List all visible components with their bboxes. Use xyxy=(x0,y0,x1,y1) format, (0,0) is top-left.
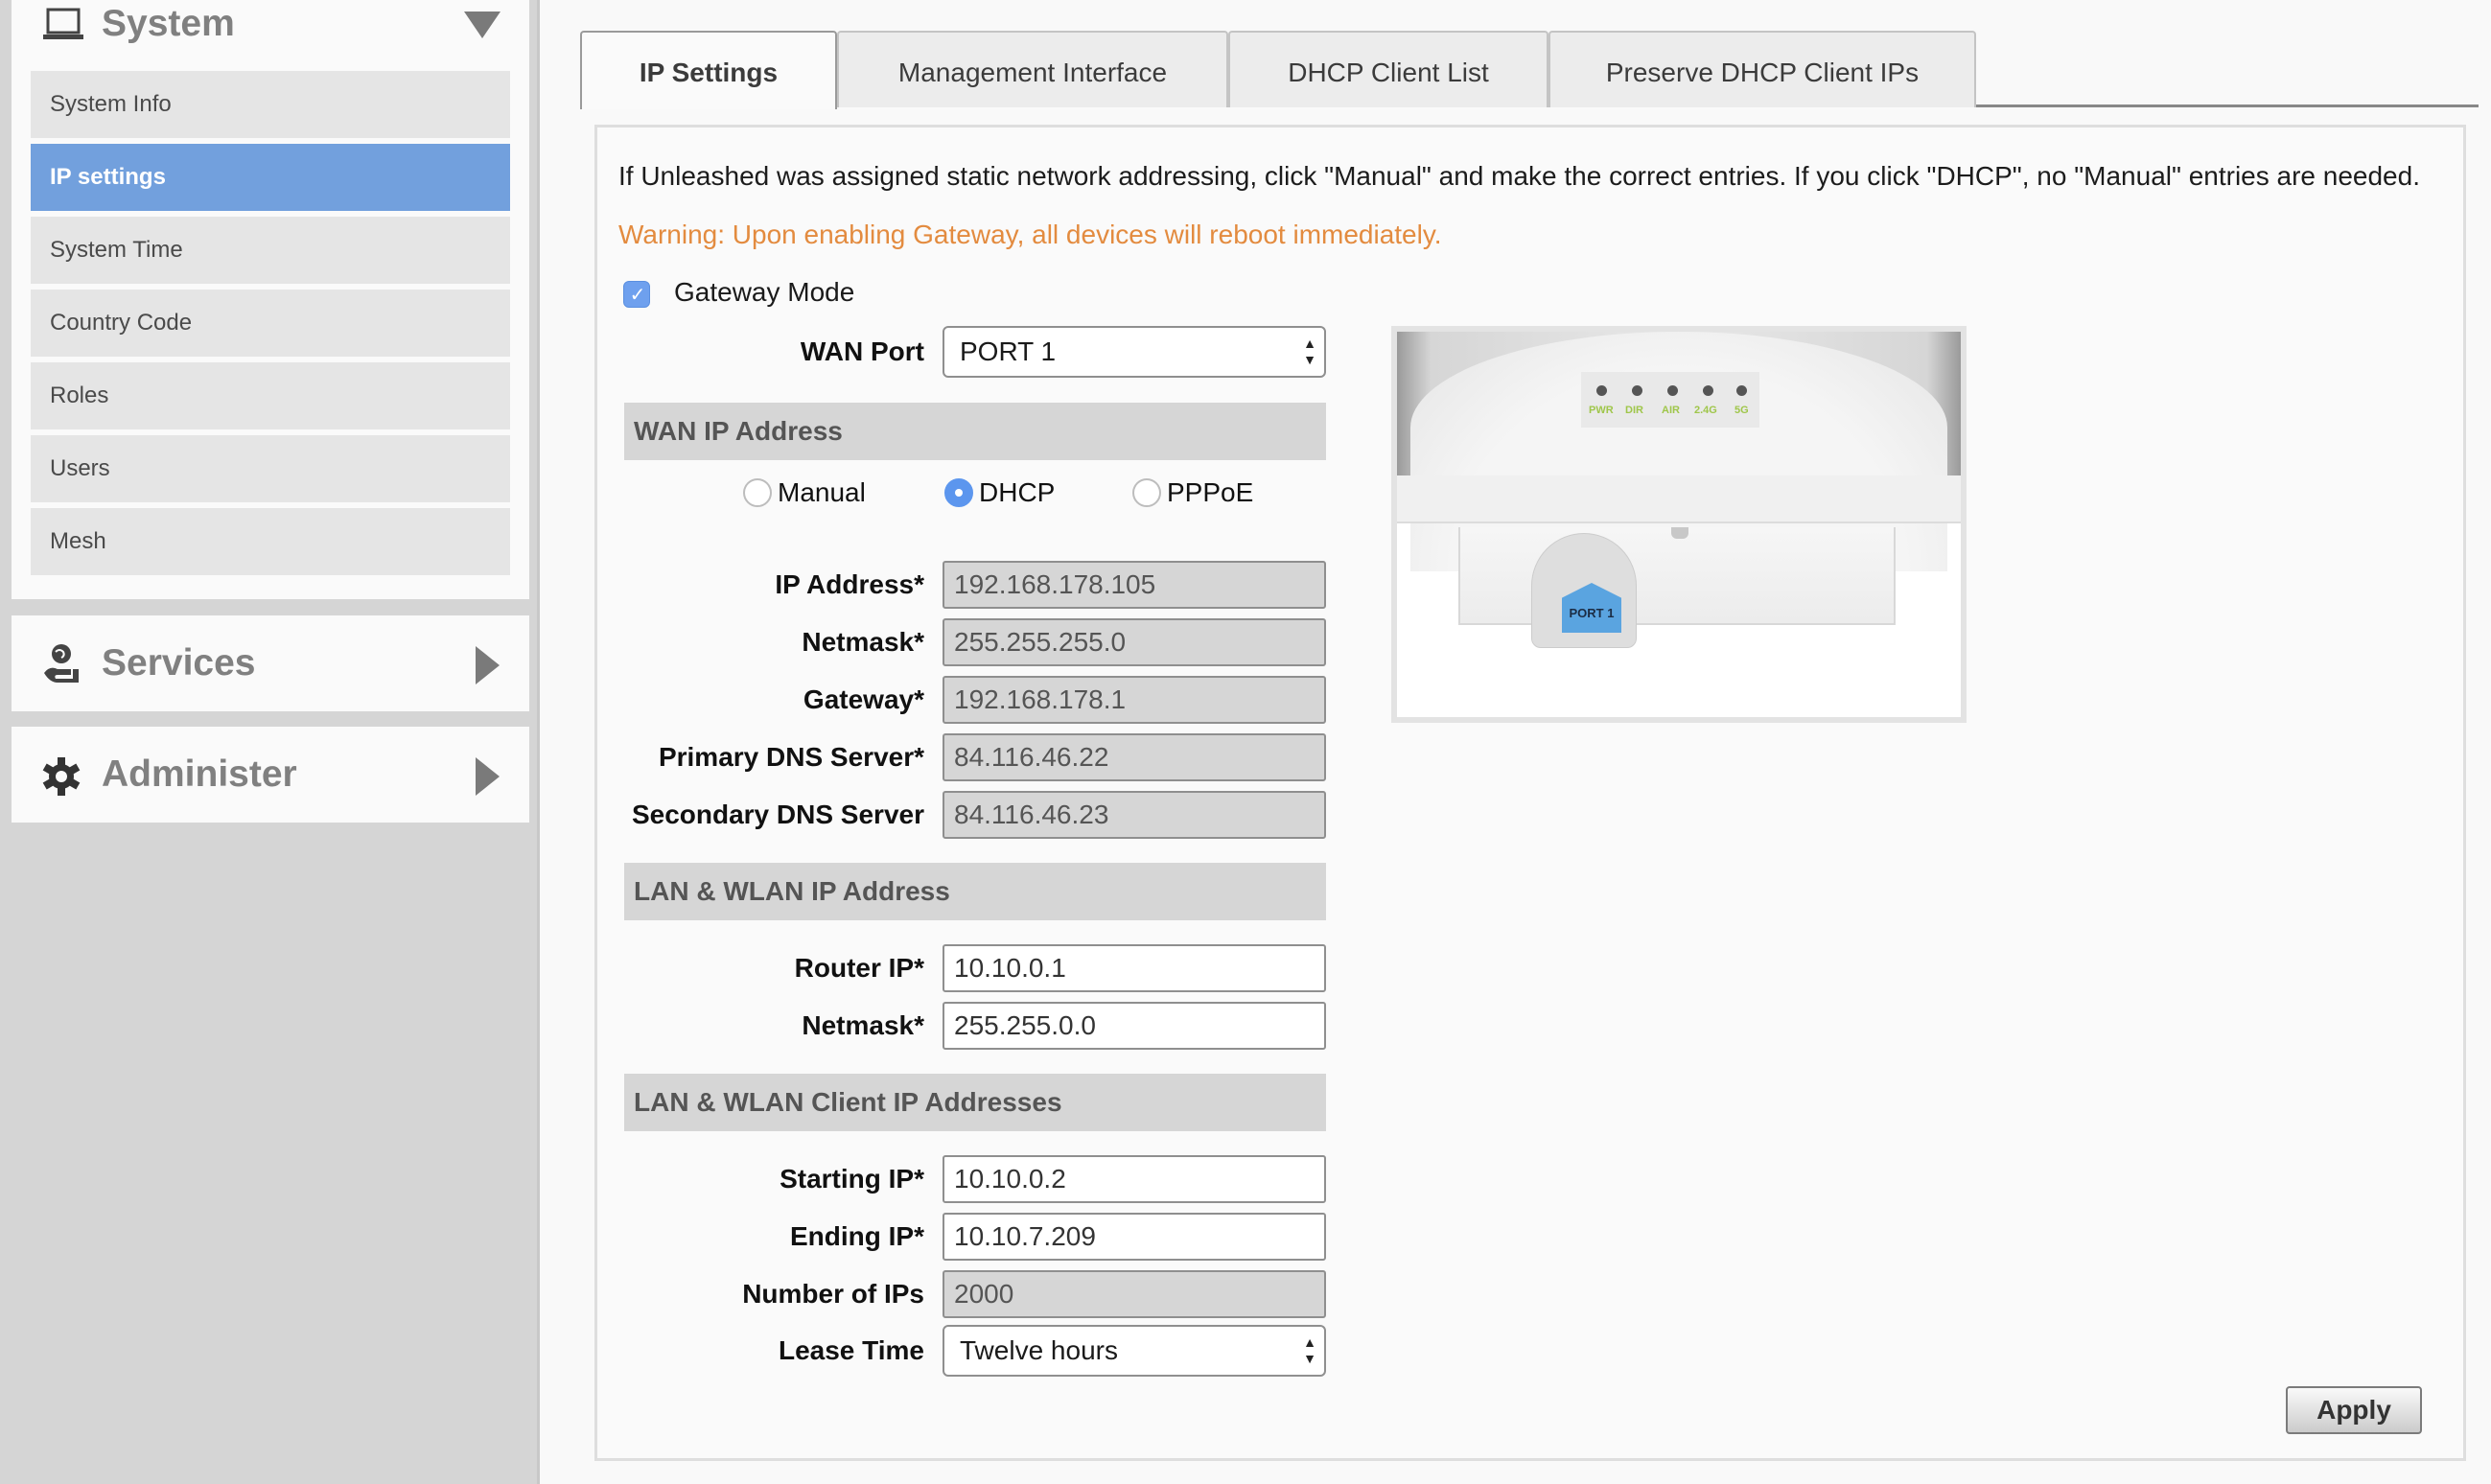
tab-management-interface[interactable]: Management Interface xyxy=(837,31,1228,107)
lease-time-label: Lease Time xyxy=(778,1335,924,1365)
wan-ip-section-header: WAN IP Address xyxy=(624,403,1326,460)
radio-dhcp[interactable] xyxy=(944,478,973,507)
wan-port-select[interactable]: PORT 1 ▲ ▼ xyxy=(943,326,1326,378)
select-arrows-icon: ▲ ▼ xyxy=(1303,336,1316,367)
radio-pppoe[interactable] xyxy=(1132,478,1161,507)
led-label: 5G xyxy=(1734,405,1749,416)
tab-ip-settings[interactable]: IP Settings xyxy=(580,31,837,109)
lease-time-row: Lease Time Twelve hours ▲ ▼ xyxy=(597,1325,1940,1377)
radio-dhcp-label: DHCP xyxy=(979,477,1056,507)
led-label: DIR xyxy=(1625,405,1643,416)
ending-ip-field[interactable] xyxy=(943,1213,1326,1261)
primary-dns-row: Primary DNS Server* xyxy=(597,733,1940,781)
secondary-dns-field[interactable] xyxy=(943,791,1326,839)
radio-manual-label: Manual xyxy=(778,477,866,507)
starting-ip-field[interactable] xyxy=(943,1155,1326,1203)
led-5g-icon xyxy=(1736,385,1747,396)
led-pwr-icon xyxy=(1596,385,1607,396)
system-panel-title: System xyxy=(102,3,235,44)
chevron-right-icon xyxy=(476,646,500,684)
services-globe-hand-icon xyxy=(40,640,86,686)
services-panel[interactable]: Services xyxy=(12,615,529,711)
gear-icon xyxy=(40,752,86,798)
sidebar-item-ip-settings[interactable]: IP settings xyxy=(31,144,510,211)
device-rim xyxy=(1397,475,1961,523)
led-label: AIR xyxy=(1662,405,1680,416)
led-24g-icon xyxy=(1703,385,1713,396)
router-ip-row: Router IP* xyxy=(597,944,1940,992)
gateway-mode-label: Gateway Mode xyxy=(674,277,855,307)
ending-ip-row: Ending IP* xyxy=(597,1213,1940,1261)
device-led-panel: PWR DIR AIR 2.4G 5G xyxy=(1581,372,1759,428)
ip-settings-panel: If Unleashed was assigned static network… xyxy=(594,125,2466,1461)
chevron-down-icon xyxy=(464,12,501,38)
sidebar-item-mesh[interactable]: Mesh xyxy=(31,508,510,575)
lan-netmask-row: Netmask* xyxy=(597,1002,1940,1050)
chevron-right-icon xyxy=(476,757,500,796)
sidebar-item-system-info[interactable]: System Info xyxy=(31,71,510,138)
primary-dns-label: Primary DNS Server* xyxy=(658,742,924,772)
tab-dhcp-client-list[interactable]: DHCP Client List xyxy=(1228,31,1548,107)
system-panel: System System Info IP settings System Ti… xyxy=(12,0,529,599)
sidebar-item-system-time[interactable]: System Time xyxy=(31,217,510,284)
device-port-image: PWR DIR AIR 2.4G 5G PORT 1 xyxy=(1391,326,1967,723)
laptop-icon xyxy=(40,2,86,48)
lan-ip-section-header: LAN & WLAN IP Address xyxy=(624,863,1326,920)
router-ip-label: Router IP* xyxy=(794,953,924,983)
sidebar-item-users[interactable]: Users xyxy=(31,435,510,502)
gateway-mode-checkbox[interactable]: ✓ xyxy=(623,281,650,308)
wan-netmask-label: Netmask* xyxy=(802,627,924,657)
wan-netmask-field[interactable] xyxy=(943,618,1326,666)
lan-netmask-field[interactable] xyxy=(943,1002,1326,1050)
led-air-icon xyxy=(1667,385,1678,396)
starting-ip-row: Starting IP* xyxy=(597,1155,1940,1203)
number-of-ips-row: Number of IPs xyxy=(597,1270,1940,1318)
select-arrows-icon: ▲ ▼ xyxy=(1303,1334,1316,1366)
sidebar-item-roles[interactable]: Roles xyxy=(31,362,510,429)
ip-address-field[interactable] xyxy=(943,561,1326,609)
ip-address-label: IP Address* xyxy=(775,569,924,599)
sidebar: System System Info IP settings System Ti… xyxy=(0,0,540,1484)
led-dir-icon xyxy=(1632,385,1642,396)
wan-port-value: PORT 1 xyxy=(960,336,1057,366)
led-label: 2.4G xyxy=(1694,405,1717,416)
lan-netmask-label: Netmask* xyxy=(802,1010,924,1040)
secondary-dns-label: Secondary DNS Server xyxy=(631,800,924,829)
checkmark-icon: ✓ xyxy=(629,285,646,306)
starting-ip-label: Starting IP* xyxy=(780,1164,924,1194)
client-ip-section-header: LAN & WLAN Client IP Addresses xyxy=(624,1074,1326,1131)
services-panel-title: Services xyxy=(102,642,256,684)
device-screw xyxy=(1671,527,1688,539)
secondary-dns-row: Secondary DNS Server xyxy=(597,791,1940,839)
radio-manual[interactable] xyxy=(743,478,772,507)
tab-preserve-dhcp-client-ips[interactable]: Preserve DHCP Client IPs xyxy=(1548,31,1976,107)
number-of-ips-label: Number of IPs xyxy=(742,1279,924,1309)
lease-time-value: Twelve hours xyxy=(960,1335,1118,1365)
system-panel-header[interactable]: System xyxy=(12,0,529,48)
intro-text: If Unleashed was assigned static network… xyxy=(618,161,2420,191)
app-root: System System Info IP settings System Ti… xyxy=(0,0,2491,1484)
warning-text: Warning: Upon enabling Gateway, all devi… xyxy=(618,220,1442,249)
radio-pppoe-label: PPPoE xyxy=(1167,477,1254,507)
gateway-label: Gateway* xyxy=(803,684,924,714)
ending-ip-label: Ending IP* xyxy=(790,1221,924,1251)
device-port-housing xyxy=(1458,527,1896,625)
number-of-ips-field[interactable] xyxy=(943,1270,1326,1318)
wan-port-label: WAN Port xyxy=(800,336,924,366)
apply-button[interactable]: Apply xyxy=(2286,1386,2422,1434)
gateway-field[interactable] xyxy=(943,676,1326,724)
router-ip-field[interactable] xyxy=(943,944,1326,992)
led-label: PWR xyxy=(1589,405,1614,416)
sidebar-item-country-code[interactable]: Country Code xyxy=(31,290,510,357)
primary-dns-field[interactable] xyxy=(943,733,1326,781)
administer-panel-title: Administer xyxy=(102,754,297,795)
administer-panel[interactable]: Administer xyxy=(12,727,529,823)
lease-time-select[interactable]: Twelve hours ▲ ▼ xyxy=(943,1325,1326,1377)
